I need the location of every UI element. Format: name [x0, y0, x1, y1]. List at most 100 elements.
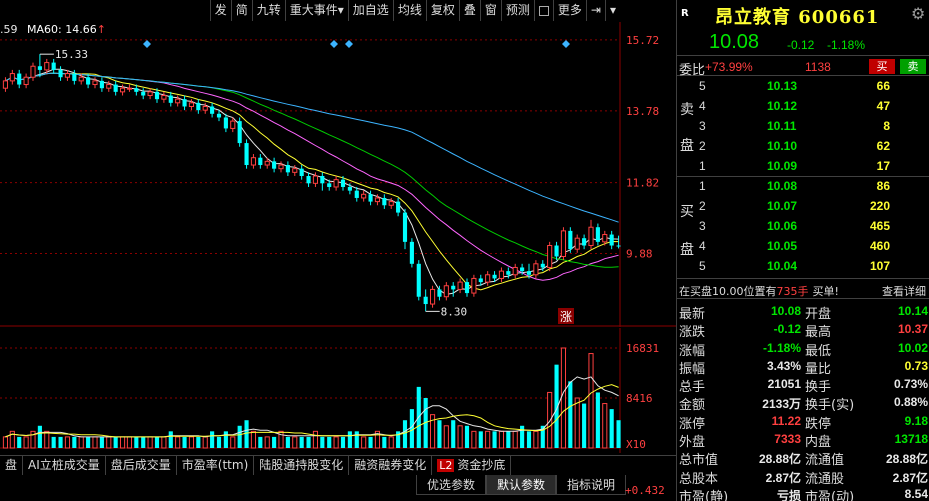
candle-body: [533, 263, 539, 276]
volume-bar: [299, 436, 304, 448]
toolbar-major-events-button[interactable]: 重大事件▾: [284, 0, 348, 21]
buy-button[interactable]: 买: [869, 59, 895, 74]
candle-body: [457, 281, 463, 290]
stat-value: -0.12: [773, 322, 801, 337]
tab-after-hours-volume[interactable]: 盘后成交量: [106, 456, 177, 475]
volume-bar: [498, 430, 505, 449]
stat-label: 市盈(静): [679, 489, 729, 501]
toolbar-more-button[interactable]: 更多: [552, 0, 586, 21]
stat-label: 总股本: [679, 471, 719, 487]
volume-bar: [154, 436, 160, 448]
candle-body: [92, 80, 98, 86]
candle-body: [168, 95, 173, 103]
volume-bar: [533, 430, 539, 449]
toolbar-dropdown-icon[interactable]: ▾: [604, 0, 620, 21]
tab-fund-bottom-fishing[interactable]: L2 资金抄底: [432, 456, 512, 475]
volume-bar: [354, 431, 359, 448]
tab-pan[interactable]: 盘: [0, 456, 24, 475]
ask-row-1[interactable]: 1 10.09 17: [677, 157, 929, 177]
stat-value: 0.73: [904, 358, 928, 373]
order-ratio-value: +73.99%: [705, 60, 753, 74]
toolbar-forecast-button[interactable]: 预测: [500, 0, 534, 21]
view-detail-link[interactable]: 查看详细: [882, 283, 926, 299]
ask-book: 卖 盘 5 10.13 66 4 10.12 47 3 10.11 8 2 10.10 62 1 10.0…: [677, 77, 929, 177]
tab-northbound-holdings[interactable]: 陆股通持股变化: [254, 456, 350, 475]
toolbar-add-watchlist-button[interactable]: 加自选: [347, 0, 393, 21]
bid-row-5[interactable]: 5 10.04 107: [677, 257, 929, 277]
volume-bar: [210, 431, 215, 448]
bid-row-4[interactable]: 4 10.05 460: [677, 237, 929, 257]
candle-body: [396, 201, 401, 213]
toolbar-ma-button[interactable]: 均线: [392, 0, 426, 21]
candle-body: [327, 183, 332, 187]
optimal-params-button[interactable]: 优选参数: [416, 475, 487, 495]
toolbar-window-button[interactable]: 窗: [479, 0, 501, 21]
volume-bar: [161, 436, 167, 449]
ask-row-2[interactable]: 2 10.10 62: [677, 137, 929, 157]
candle-body: [175, 98, 181, 104]
tab-pe-ttm[interactable]: 市盈率(ttm): [177, 456, 255, 475]
candle-body: [126, 87, 133, 90]
sell-button[interactable]: 卖: [900, 59, 926, 74]
ma20-line: [5, 72, 619, 281]
volume-chart[interactable]: 16831 8416 X10: [0, 328, 676, 453]
candle-body: [520, 267, 525, 272]
tab-margin-trading[interactable]: 融资融券变化: [349, 456, 433, 475]
stat-value: 10.37: [897, 322, 928, 337]
ask-row-3[interactable]: 3 10.11 8: [677, 117, 929, 137]
stat-label: 最低: [805, 343, 832, 359]
ask-lvl: 3: [699, 119, 706, 133]
stat-value: 2.87亿: [892, 470, 928, 485]
candle-body: [250, 157, 257, 166]
volume-bar: [106, 436, 112, 449]
stat-value: 10.14: [897, 304, 928, 318]
stat-label: 量比: [805, 361, 832, 377]
stock-name[interactable]: 昂立教育 600661: [715, 3, 879, 29]
ask-qty: 62: [876, 139, 890, 153]
stat-label: 金额: [679, 398, 706, 414]
candle-body: [423, 296, 428, 305]
candle-body: [616, 245, 621, 247]
price-axis-label: 9.88: [626, 248, 653, 261]
candle-body: [278, 164, 284, 170]
stat-value: 9.18: [904, 413, 928, 428]
price-axis-label: 15.72: [626, 34, 659, 47]
volume-bar: [457, 425, 463, 449]
tab-ai-volume[interactable]: AI立桩成交量: [23, 456, 106, 475]
param-button-bar: 优选参数 默认参数 指标说明: [416, 475, 627, 495]
notice-text: 在买盘10.00位置有735手 买单!: [679, 283, 839, 299]
bid-row-1[interactable]: 1 10.08 86: [677, 177, 929, 197]
toolbar-adjust-button[interactable]: 复权: [425, 0, 459, 21]
stat-row: 总手 21051 换手 0.73%: [677, 375, 929, 395]
kline-chart-area[interactable]: 发 简 九转 重大事件▾ 加自选 均线 复权 叠 窗 预测 更多 ⇥ ▾ .59…: [0, 0, 676, 501]
pin-arrow-icon[interactable]: ⇥: [585, 0, 605, 21]
candle-body: [312, 175, 319, 184]
indicator-help-button[interactable]: 指标说明: [556, 475, 627, 495]
volume-unit-label: X10: [626, 438, 646, 451]
price-chart[interactable]: 15.72 13.78 11.82 9.88 15.33 8.30 涨: [0, 22, 676, 327]
stat-value: 13718: [894, 432, 928, 447]
gear-icon[interactable]: ⚙: [911, 4, 925, 23]
ask-lvl: 2: [699, 139, 706, 153]
volume-bar: [58, 436, 63, 448]
default-params-button[interactable]: 默认参数: [486, 475, 557, 495]
volume-bar: [478, 431, 483, 448]
volume-bar: [347, 431, 352, 448]
toolbar-overlay-button[interactable]: 叠: [458, 0, 480, 21]
stat-label: 振幅: [679, 361, 706, 377]
toolbar-nine-turn-button[interactable]: 九转: [251, 0, 285, 21]
bid-lvl: 1: [699, 179, 706, 193]
tab-fund-bottom-fishing-label: 资金抄底: [457, 458, 506, 472]
ask-row-5[interactable]: 5 10.13 66: [677, 77, 929, 97]
bid-row-2[interactable]: 2 10.07 220: [677, 197, 929, 217]
volume-bar: [443, 425, 449, 449]
stat-row: 振幅 3.43% 量比 0.73: [677, 357, 929, 377]
toolbar-checkbox-button[interactable]: [533, 0, 553, 21]
bid-row-3[interactable]: 3 10.06 465: [677, 217, 929, 237]
candle-body: [402, 212, 408, 242]
toolbar-fa-button[interactable]: 发: [209, 0, 231, 21]
volume-bar: [147, 436, 153, 449]
toolbar-simple-button[interactable]: 简: [230, 0, 252, 21]
ask-row-4[interactable]: 4 10.12 47: [677, 97, 929, 117]
volume-bar: [388, 436, 394, 449]
